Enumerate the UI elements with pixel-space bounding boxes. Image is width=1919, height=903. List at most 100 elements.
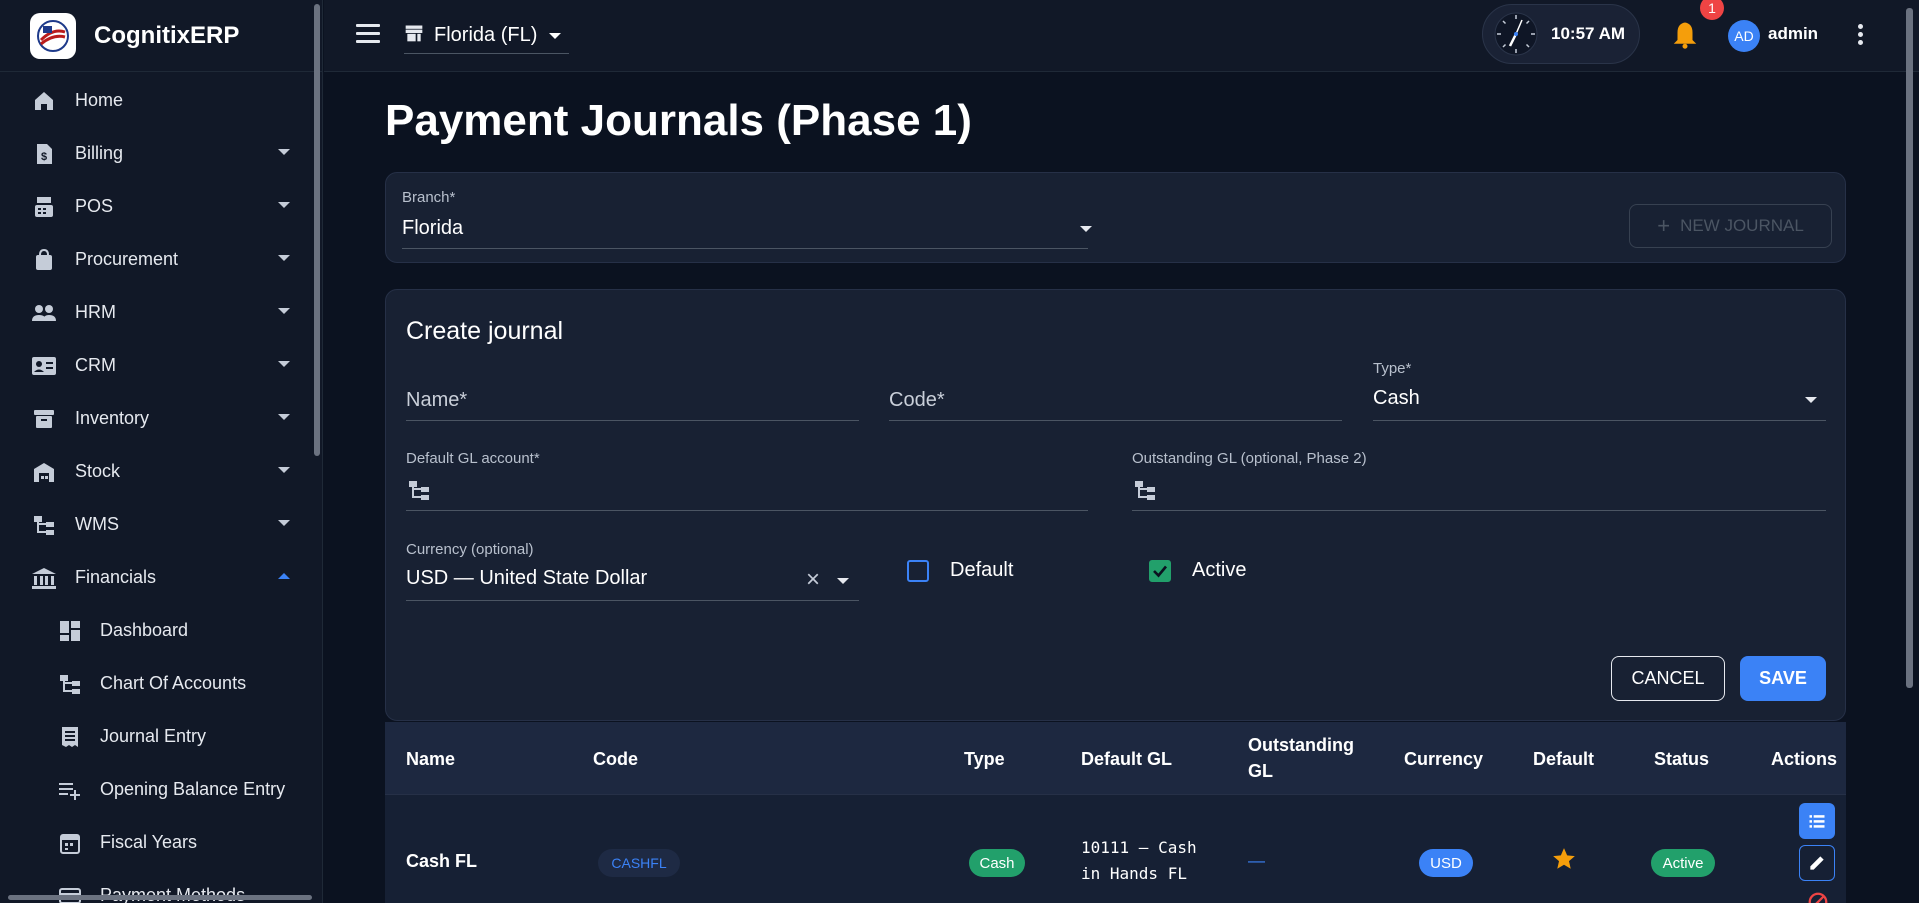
currency-label: Currency (optional) [406,541,534,558]
save-button[interactable]: SAVE [1740,656,1826,701]
column-header-default[interactable]: Default [1533,746,1594,772]
sidebar-subitem-dashboard[interactable]: Dashboard [0,604,322,657]
type-field-label: Type* [1373,360,1412,377]
currency-select[interactable]: USD — United State Dollar [406,567,647,590]
active-checkbox[interactable] [1149,560,1171,582]
column-header-status[interactable]: Status [1654,746,1709,772]
column-header-type[interactable]: Type [964,746,1005,772]
chevron-down-icon[interactable] [1080,226,1092,232]
notifications-button[interactable] [1670,20,1700,50]
sidebar-subitem-journal-entry[interactable]: Journal Entry [0,710,322,763]
column-header-code[interactable]: Code [593,746,638,772]
brand[interactable]: CognitixERP [0,0,322,72]
sidebar-item-billing[interactable]: $ Billing [0,127,322,180]
username[interactable]: admin [1768,24,1818,44]
sidebar-item-wms[interactable]: WMS [0,498,322,551]
page-title: Payment Journals (Phase 1) [385,96,972,145]
chevron-up-icon [278,573,290,579]
row-name: Cash FL [406,851,478,871]
type-chip: Cash [969,849,1025,877]
column-header-currency[interactable]: Currency [1404,746,1483,772]
chevron-down-icon [278,149,290,155]
default-gl-line2: in Hands FL [1081,864,1187,883]
hierarchy-icon [1132,478,1158,507]
default-gl-line1: 10111 — Cash [1081,838,1197,857]
sidebar-item-crm[interactable]: CRM [0,339,322,392]
receipt-icon [56,723,84,751]
chevron-down-icon[interactable] [1805,397,1817,403]
sidebar-item-label: WMS [75,514,119,534]
name-input[interactable]: Name* [406,389,467,412]
column-header-outstanding-gl[interactable]: Outstanding GL [1248,732,1368,784]
branch-select[interactable]: Florida [402,217,463,240]
new-journal-label: NEW JOURNAL [1680,216,1804,235]
branch-card: Branch* Florida + NEW JOURNAL [385,172,1846,263]
sidebar-subitem-label: Dashboard [100,620,189,640]
sidebar-subitem-chart-of-accounts[interactable]: Chart Of Accounts [0,657,322,710]
shopping-bag-icon [30,246,58,274]
view-details-button[interactable] [1799,803,1835,839]
sidebar-subitem-label: Journal Entry [100,726,207,746]
archive-icon [30,405,58,433]
clock-widget: 10:57 AM [1482,4,1640,64]
sidebar-scrollbar[interactable] [314,4,320,456]
menu-icon[interactable] [356,24,380,44]
store-icon [404,23,424,48]
chevron-down-icon [278,414,290,420]
page-scrollbar[interactable] [1906,8,1913,688]
code-input[interactable]: Code* [889,389,945,412]
sidebar-item-financials[interactable]: Financials [0,551,322,604]
cancel-button[interactable]: CANCEL [1611,656,1725,701]
sidebar-item-stock[interactable]: Stock [0,445,322,498]
avatar[interactable]: AD [1728,20,1760,52]
bank-icon [30,564,58,592]
sidebar-item-home[interactable]: Home [0,74,322,127]
column-header-name[interactable]: Name [406,746,455,772]
sidebar-item-procurement[interactable]: Procurement [0,233,322,286]
outstanding-gl-input[interactable] [1168,476,1828,506]
new-journal-button[interactable]: + NEW JOURNAL [1629,204,1832,248]
deactivate-button[interactable] [1807,891,1829,903]
chevron-down-icon [278,202,290,208]
sidebar-item-label: Inventory [75,408,150,428]
clear-icon[interactable]: × [806,566,820,594]
block-icon [1808,892,1828,903]
sidebar: CognitixERP Home $ Billing POS Procureme… [0,0,323,903]
sidebar-item-pos[interactable]: POS [0,180,322,233]
column-header-default-gl[interactable]: Default GL [1081,746,1172,772]
branch-selector[interactable]: Florida (FL) [404,18,570,54]
sidebar-subitem-opening-balance-entry[interactable]: Opening Balance Entry [0,763,322,816]
type-select[interactable]: Cash [1373,387,1420,410]
svg-text:$: $ [41,151,47,163]
sidebar-item-label: Home [75,90,124,110]
table-row[interactable]: Cash FL CASHFL Cash 10111 — Cash in Hand… [385,794,1846,903]
people-icon [30,299,58,327]
chevron-down-icon[interactable] [837,578,849,584]
chevron-down-icon [278,520,290,526]
sidebar-horizontal-scrollbar[interactable] [8,895,312,900]
active-checkbox-label: Active [1192,559,1247,581]
create-journal-title: Create journal [406,317,564,345]
billing-icon: $ [30,140,58,168]
sidebar-item-inventory[interactable]: Inventory [0,392,322,445]
default-checkbox[interactable] [907,560,929,582]
bell-icon [1673,22,1697,49]
sidebar-subitem-label: Fiscal Years [100,832,198,852]
default-gl-input[interactable] [442,476,1082,506]
warehouse-icon [30,458,58,486]
journals-table-header: Name Code Type Default GL Outstanding GL… [385,722,1846,794]
sidebar-item-hrm[interactable]: HRM [0,286,322,339]
sidebar-item-label: CRM [75,355,116,375]
more-vertical-icon[interactable] [1858,24,1864,46]
column-header-actions: Actions [1771,749,1838,769]
edit-icon [1810,856,1824,870]
pos-icon [30,193,58,221]
branch-underline [402,248,1088,249]
edit-button[interactable] [1799,845,1835,881]
sidebar-item-label: Billing [75,143,124,163]
sidebar-item-label: HRM [75,302,116,322]
clock-icon [1494,12,1538,56]
sidebar-item-label: Stock [75,461,121,481]
type-underline [1373,420,1826,421]
sidebar-subitem-fiscal-years[interactable]: Fiscal Years [0,816,322,869]
